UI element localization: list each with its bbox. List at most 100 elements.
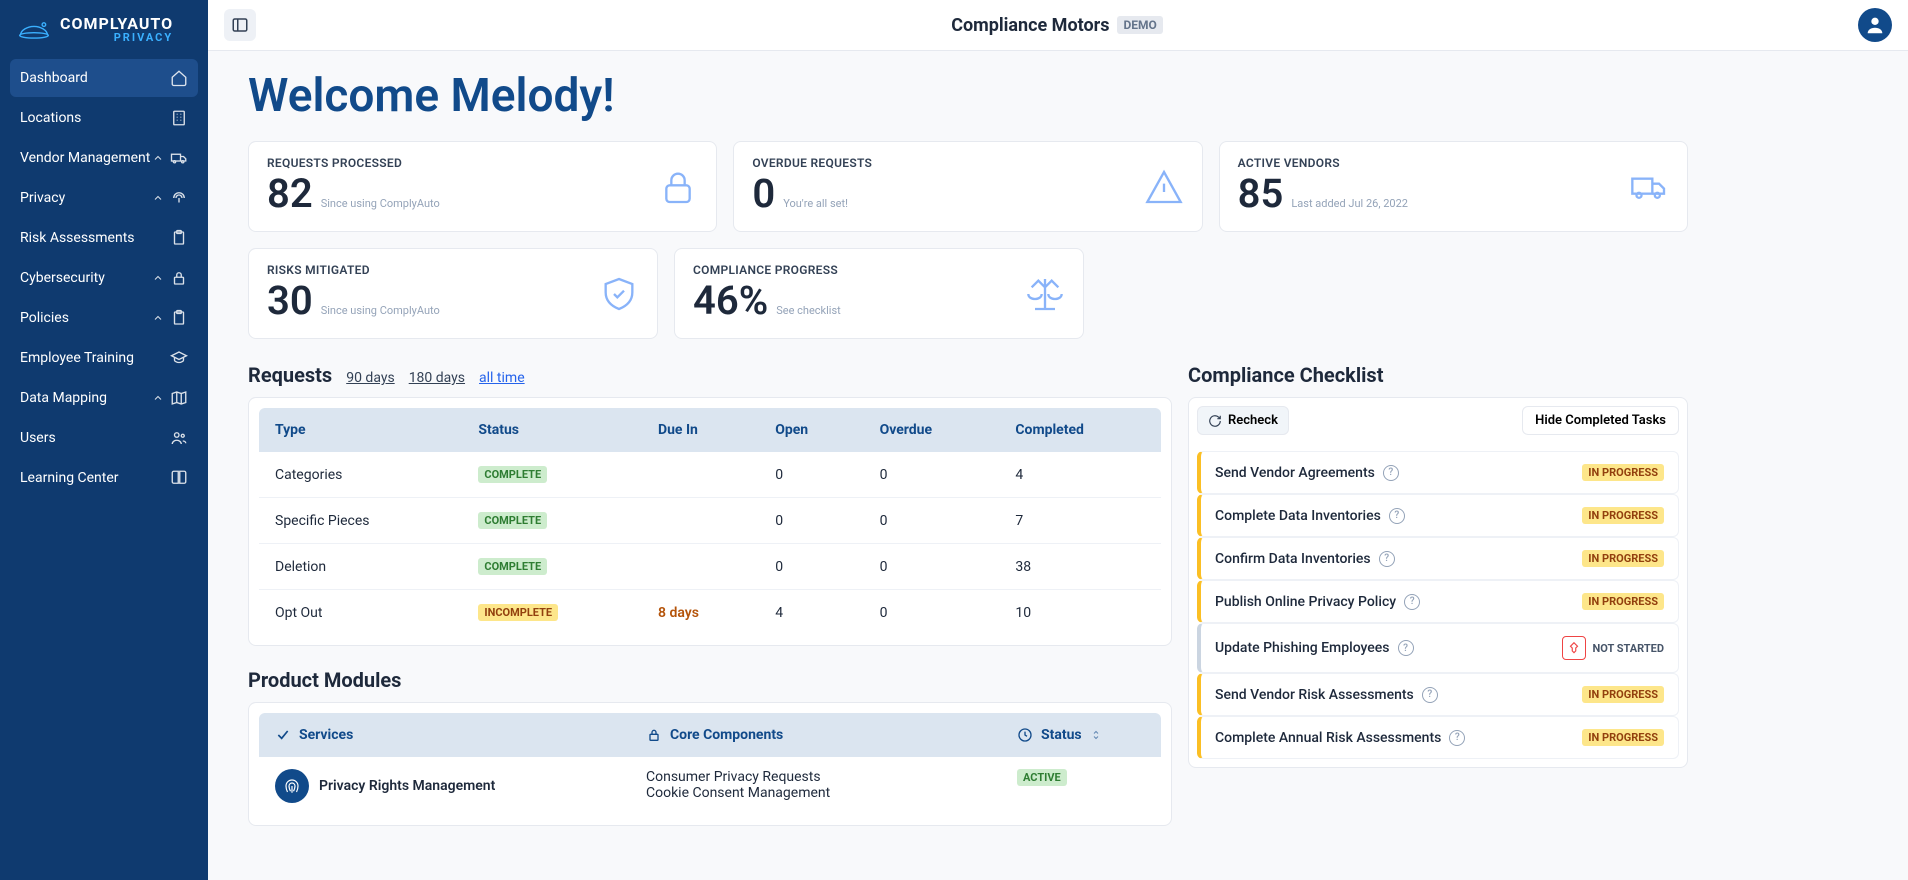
checklist-item[interactable]: Send Vendor Risk Assessments?IN PROGRESS bbox=[1197, 673, 1679, 716]
range-180-days[interactable]: 180 days bbox=[409, 370, 465, 386]
cell-completed: 7 bbox=[999, 498, 1161, 544]
cell-status: COMPLETE bbox=[462, 544, 642, 590]
sidebar-item-data-mapping[interactable]: Data Mapping bbox=[10, 379, 198, 417]
stat-sub: Last added Jul 26, 2022 bbox=[1291, 197, 1408, 210]
clock-icon bbox=[1017, 727, 1033, 743]
help-icon[interactable]: ? bbox=[1422, 687, 1438, 703]
help-icon[interactable]: ? bbox=[1398, 640, 1414, 656]
cell-due bbox=[642, 498, 759, 544]
lock-icon bbox=[646, 727, 662, 743]
col-due[interactable]: Due In bbox=[642, 408, 759, 452]
checklist-item[interactable]: Confirm Data Inventories? IN PROGRESS bbox=[1197, 537, 1679, 580]
status-badge: IN PROGRESS bbox=[1582, 729, 1664, 746]
sidebar-item-locations[interactable]: Locations bbox=[10, 99, 198, 137]
checklist-item[interactable]: Send Vendor Agreements? IN PROGRESS bbox=[1197, 451, 1679, 494]
checklist-item[interactable]: Complete Annual Risk Assessments? IN PROG… bbox=[1197, 716, 1679, 759]
check-icon bbox=[275, 727, 291, 743]
user-icon bbox=[1864, 14, 1886, 36]
checklist-item[interactable]: Complete Data Inventories?IN PROGRESS bbox=[1197, 494, 1679, 537]
col-module-status[interactable]: Status bbox=[1001, 713, 1161, 757]
org-name-block: Compliance Motors DEMO bbox=[951, 15, 1163, 36]
col-overdue[interactable]: Overdue bbox=[864, 408, 1000, 452]
recheck-button[interactable]: Recheck bbox=[1197, 406, 1289, 435]
stat-label: ACTIVE VENDORS bbox=[1238, 156, 1408, 170]
sidebar-item-policies[interactable]: Policies bbox=[10, 299, 198, 337]
sort-icon bbox=[1090, 729, 1102, 741]
stat-value: 0 bbox=[752, 170, 775, 217]
pin-icon[interactable] bbox=[1562, 636, 1586, 660]
status-badge: IN PROGRESS bbox=[1582, 686, 1664, 703]
hide-completed-button[interactable]: Hide Completed Tasks bbox=[1522, 406, 1679, 435]
table-row[interactable]: Specific Pieces COMPLETE 0 0 7 bbox=[259, 498, 1161, 544]
sidebar-item-dashboard[interactable]: Dashboard bbox=[10, 59, 198, 97]
col-open[interactable]: Open bbox=[759, 408, 863, 452]
sidebar-item-risk-assessments[interactable]: Risk Assessments bbox=[10, 219, 198, 257]
checklist-label: Publish Online Privacy Policy bbox=[1215, 594, 1396, 610]
sidebar-item-privacy[interactable]: Privacy bbox=[10, 179, 198, 217]
cell-type: Deletion bbox=[259, 544, 462, 590]
col-completed[interactable]: Completed bbox=[999, 408, 1161, 452]
col-type[interactable]: Type bbox=[259, 408, 462, 452]
stat-requests-processed: REQUESTS PROCESSED 82 Since using Comply… bbox=[248, 141, 717, 232]
checklist-label: Send Vendor Agreements bbox=[1215, 465, 1375, 481]
alert-triangle-icon bbox=[1144, 167, 1184, 207]
status-badge: IN PROGRESS bbox=[1582, 550, 1664, 567]
demo-badge: DEMO bbox=[1117, 16, 1162, 34]
sidebar-item-cybersecurity[interactable]: Cybersecurity bbox=[10, 259, 198, 297]
range-90-days[interactable]: 90 days bbox=[346, 370, 394, 386]
stat-sub: See checklist bbox=[776, 304, 841, 317]
range-all-time[interactable]: all time bbox=[479, 370, 525, 386]
sidebar-item-learning-center[interactable]: Learning Center bbox=[10, 459, 198, 497]
help-icon[interactable]: ? bbox=[1449, 730, 1465, 746]
stat-value: 46% bbox=[693, 277, 768, 324]
toggle-sidebar-button[interactable] bbox=[224, 9, 256, 41]
requests-header: Requests 90 days 180 days all time bbox=[248, 363, 1172, 387]
lock-icon bbox=[658, 167, 698, 207]
shield-check-icon bbox=[599, 274, 639, 314]
user-avatar-button[interactable] bbox=[1858, 8, 1892, 42]
nav-label: Dashboard bbox=[20, 70, 88, 86]
help-icon[interactable]: ? bbox=[1379, 551, 1395, 567]
checklist-label: Confirm Data Inventories bbox=[1215, 551, 1371, 567]
nav-label: Learning Center bbox=[20, 470, 119, 486]
checklist-item[interactable]: Publish Online Privacy Policy?IN PROGRES… bbox=[1197, 580, 1679, 623]
table-row[interactable]: Deletion COMPLETE 0 0 38 bbox=[259, 544, 1161, 590]
welcome-heading: Welcome Melody! bbox=[248, 69, 1688, 123]
brand-main: COMPLYAUTO bbox=[60, 16, 173, 32]
nav-label: Privacy bbox=[20, 190, 65, 206]
requests-title: Requests bbox=[248, 363, 332, 387]
checklist-item[interactable]: Update Phishing Employees?NOT STARTED bbox=[1197, 623, 1679, 673]
modules-panel: Services Core Components Status bbox=[248, 702, 1172, 826]
sidebar-item-users[interactable]: Users bbox=[10, 419, 198, 457]
table-row[interactable]: Opt Out INCOMPLETE 8 days 4 0 10 bbox=[259, 590, 1161, 636]
checklist-label: Complete Data Inventories bbox=[1215, 508, 1381, 524]
scales-icon bbox=[1025, 274, 1065, 314]
table-row[interactable]: Categories COMPLETE 0 0 4 bbox=[259, 452, 1161, 498]
chevron-up-icon bbox=[152, 312, 164, 324]
cell-overdue: 0 bbox=[864, 452, 1000, 498]
help-icon[interactable]: ? bbox=[1404, 594, 1420, 610]
nav-label: Vendor Management bbox=[20, 150, 150, 166]
col-core-components[interactable]: Core Components bbox=[630, 713, 1001, 757]
lock-icon bbox=[170, 269, 188, 287]
requests-panel: Type Status Due In Open Overdue Complete… bbox=[248, 397, 1172, 646]
status-badge: IN PROGRESS bbox=[1582, 464, 1664, 481]
col-services[interactable]: Services bbox=[259, 713, 630, 757]
sidebar-item-employee-training[interactable]: Employee Training bbox=[10, 339, 198, 377]
help-icon[interactable]: ? bbox=[1389, 508, 1405, 524]
sidebar-item-vendor-management[interactable]: Vendor Management bbox=[10, 139, 198, 177]
stat-label: OVERDUE REQUESTS bbox=[752, 156, 872, 170]
map-icon bbox=[170, 389, 188, 407]
stat-label: REQUESTS PROCESSED bbox=[267, 156, 440, 170]
cell-status: INCOMPLETE bbox=[462, 590, 642, 636]
cell-open: 0 bbox=[759, 544, 863, 590]
module-status-badge: ACTIVE bbox=[1017, 769, 1067, 786]
fingerprint-icon bbox=[275, 769, 309, 803]
col-status[interactable]: Status bbox=[462, 408, 642, 452]
chevron-up-icon bbox=[152, 152, 164, 164]
nav-label: Locations bbox=[20, 110, 81, 126]
help-icon[interactable]: ? bbox=[1383, 465, 1399, 481]
org-name: Compliance Motors bbox=[951, 15, 1109, 36]
graduation-cap-icon bbox=[170, 349, 188, 367]
checklist-label: Complete Annual Risk Assessments bbox=[1215, 730, 1441, 746]
